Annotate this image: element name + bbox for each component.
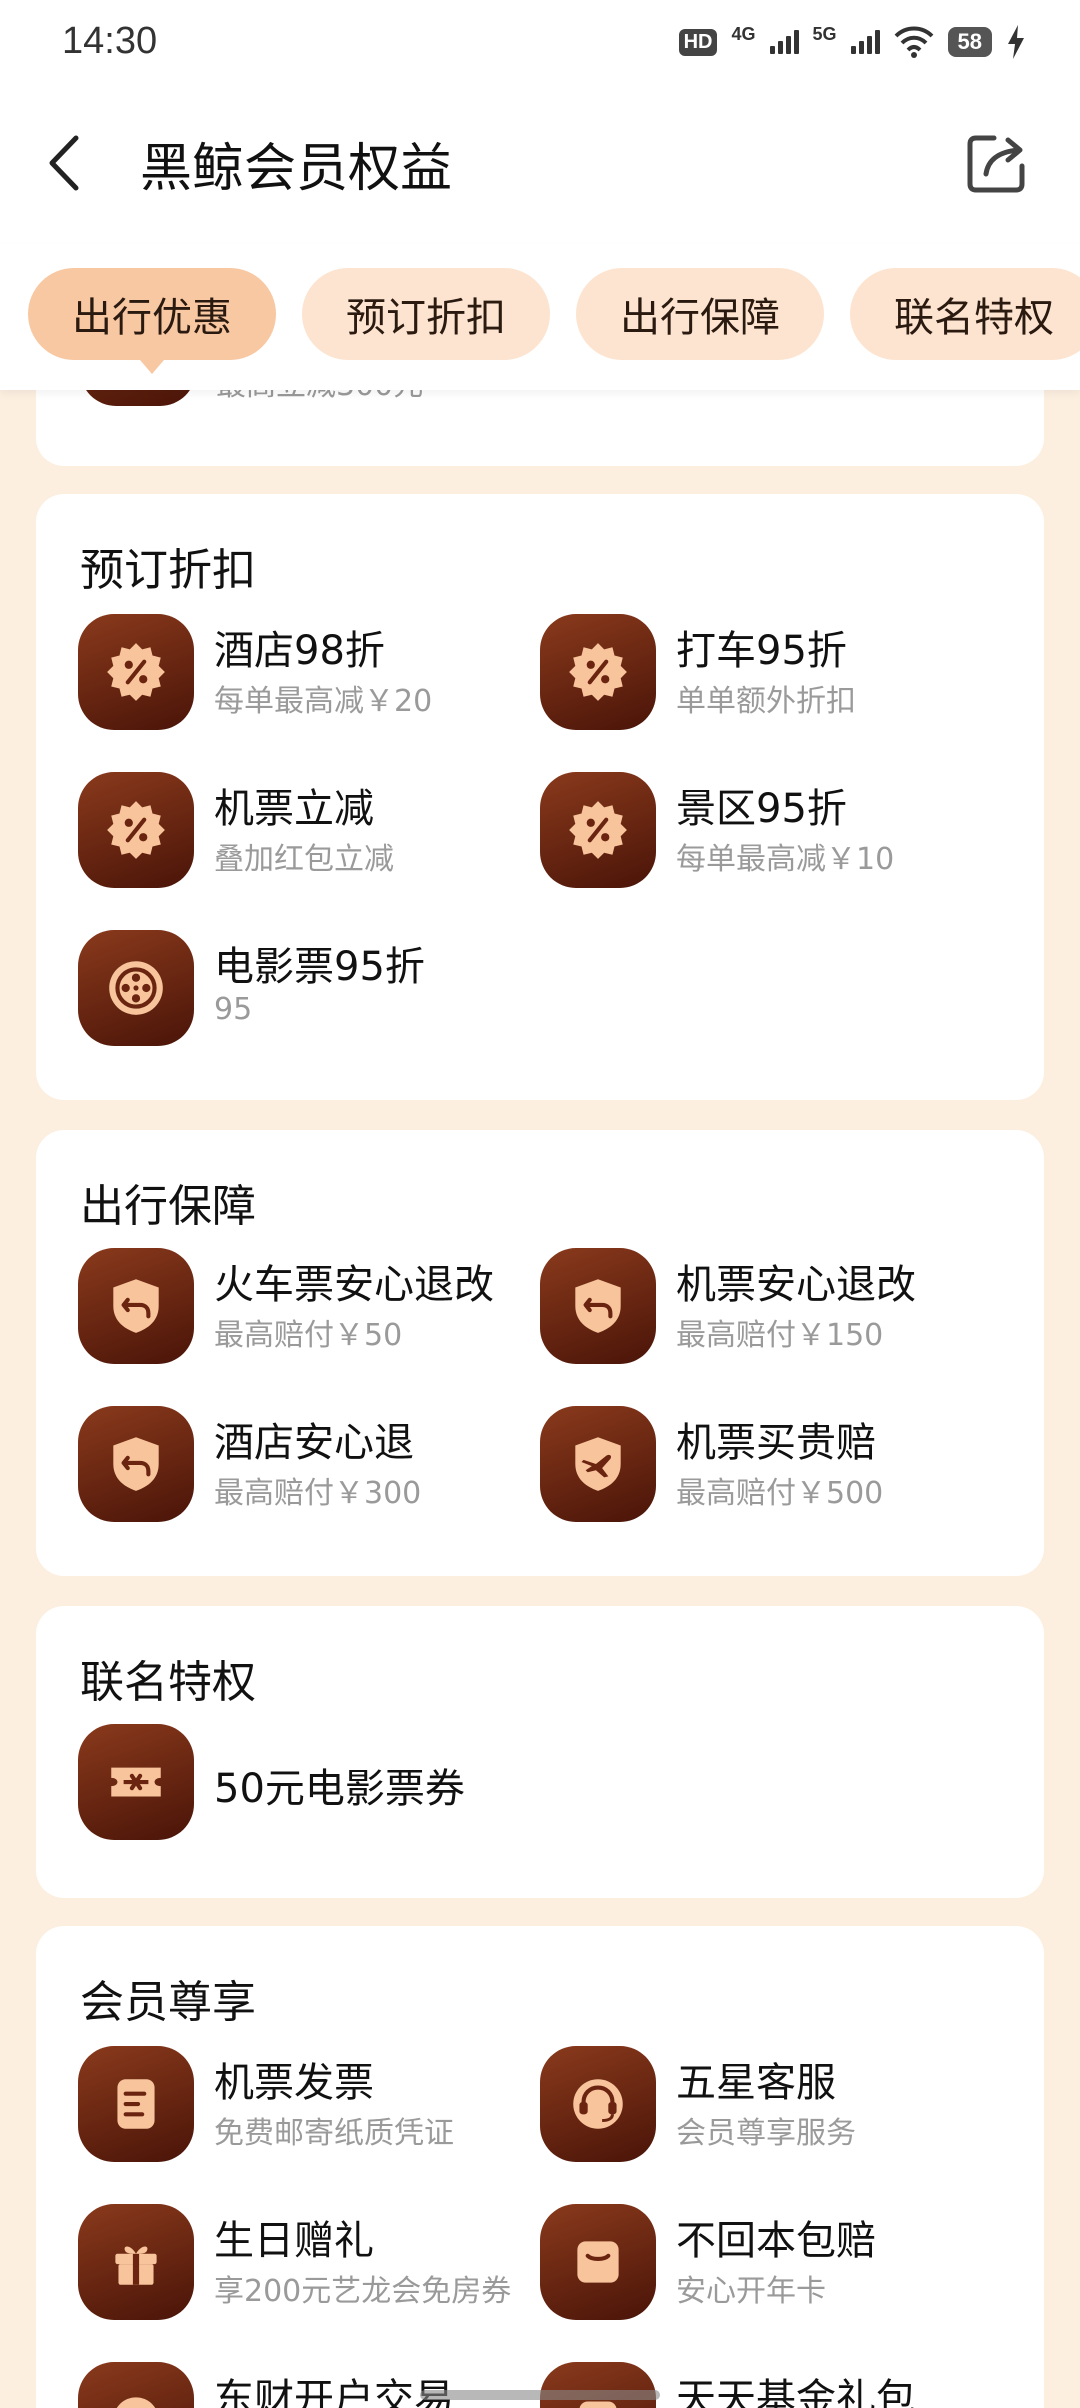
signal-4g-icon bbox=[769, 30, 799, 54]
benefit-item-movie[interactable]: 电影票95折 95 bbox=[78, 930, 518, 1050]
share-icon bbox=[967, 135, 1025, 193]
network-5g-label: 5G bbox=[812, 23, 837, 44]
card-co-brand: 联名特权 50元电影票券 bbox=[36, 1606, 1044, 1898]
item-name: 机票买贵赔 bbox=[676, 1420, 876, 1466]
tab-label: 出行保障 bbox=[620, 295, 780, 341]
page-title: 黑鲸会员权益 bbox=[140, 139, 453, 199]
item-sub: 最高赔付￥500 bbox=[676, 1476, 884, 1511]
benefit-item-movie-voucher[interactable]: 50元电影票券 bbox=[78, 1724, 578, 1844]
tab-label: 出行优惠 bbox=[72, 295, 232, 341]
benefit-item-train-refund[interactable]: 火车票安心退改 最高赔付￥50 bbox=[78, 1248, 538, 1368]
item-name: 电影票95折 bbox=[214, 944, 425, 990]
item-sub: 享200元艺龙会免房券 bbox=[214, 2274, 512, 2309]
card-booking-discount: 预订折扣 酒店98折 每单最高减￥20 打车95折 单单额外折扣 机票立减 叠加… bbox=[36, 494, 1044, 1100]
item-name: 酒店98折 bbox=[214, 628, 385, 674]
item-name: 五星客服 bbox=[676, 2060, 836, 2106]
benefit-item-annual-guarantee[interactable]: 不回本包赔 安心开年卡 bbox=[540, 2204, 1000, 2324]
coin-icon bbox=[78, 2362, 194, 2408]
app-header: 黑鲸会员权益 bbox=[0, 84, 1080, 244]
home-indicator[interactable] bbox=[420, 2390, 660, 2400]
discount-badge-icon bbox=[540, 614, 656, 730]
item-sub: 最高赔付￥150 bbox=[676, 1318, 884, 1353]
category-tabs: 出行优惠 预订折扣 出行保障 联名特权 bbox=[28, 268, 1080, 374]
card-travel-protection: 出行保障 火车票安心退改 最高赔付￥50 机票安心退改 最高赔付￥150 酒店安… bbox=[36, 1130, 1044, 1576]
benefit-item-flight-refund[interactable]: 机票安心退改 最高赔付￥150 bbox=[540, 1248, 1010, 1368]
benefit-item-invoice[interactable]: 机票发票 免费邮寄纸质凭证 bbox=[78, 2046, 518, 2166]
category-tabs-bar: 出行优惠 预订折扣 出行保障 联名特权 bbox=[0, 244, 1080, 390]
item-sub: 每单最高减￥20 bbox=[214, 684, 433, 719]
back-button[interactable] bbox=[40, 128, 90, 198]
benefit-item-service[interactable]: 五星客服 会员尊享服务 bbox=[540, 2046, 1000, 2166]
benefit-item-birthday-gift[interactable]: 生日赠礼 享200元艺龙会免房券 bbox=[78, 2204, 538, 2324]
discount-badge-icon bbox=[78, 614, 194, 730]
wallet-icon bbox=[540, 2204, 656, 2320]
item-name: 火车票安心退改 bbox=[214, 1262, 494, 1308]
shield-return-icon bbox=[78, 1406, 194, 1522]
item-sub: 会员尊享服务 bbox=[676, 2116, 856, 2151]
benefit-item-hotel[interactable]: 酒店98折 每单最高减￥20 bbox=[78, 614, 518, 734]
item-name: 东财开户交易 bbox=[214, 2376, 454, 2408]
section-title: 联名特权 bbox=[80, 1657, 256, 1708]
battery-icon: 58 bbox=[947, 27, 992, 57]
shield-plane-icon bbox=[540, 1406, 656, 1522]
item-sub: 单单额外折扣 bbox=[676, 684, 856, 719]
item-name: 打车95折 bbox=[676, 628, 847, 674]
status-icons: HD 4G 5G 58 bbox=[678, 22, 1026, 62]
charging-icon bbox=[1008, 25, 1024, 59]
signal-5g-icon bbox=[850, 30, 880, 54]
item-name: 天天基金礼包 bbox=[676, 2376, 916, 2408]
benefit-item-taxi[interactable]: 打车95折 单单额外折扣 bbox=[540, 614, 1000, 734]
item-name: 机票安心退改 bbox=[676, 1262, 916, 1308]
benefit-item-flight-price-guarantee[interactable]: 机票买贵赔 最高赔付￥500 bbox=[540, 1406, 1000, 1526]
item-sub: 最高赔付￥50 bbox=[214, 1318, 403, 1353]
item-name: 景区95折 bbox=[676, 786, 847, 832]
item-name: 机票发票 bbox=[214, 2060, 374, 2106]
item-name: 50元电影票券 bbox=[214, 1766, 465, 1812]
tab-booking-discount[interactable]: 预订折扣 bbox=[302, 268, 550, 360]
ticket-icon bbox=[78, 1724, 194, 1840]
item-name: 生日赠礼 bbox=[214, 2218, 374, 2264]
tab-travel-offers[interactable]: 出行优惠 bbox=[28, 268, 276, 374]
discount-badge-icon bbox=[78, 772, 194, 888]
item-sub: 安心开年卡 bbox=[676, 2274, 826, 2309]
chevron-left-icon bbox=[49, 135, 79, 191]
status-bar: 14:30 HD 4G 5G 58 bbox=[0, 0, 1080, 84]
benefit-item-fund[interactable]: 天天基金礼包 bbox=[540, 2362, 1000, 2408]
shield-return-icon bbox=[78, 1248, 194, 1364]
share-button[interactable] bbox=[964, 130, 1030, 196]
item-sub: 叠加红包立减 bbox=[214, 842, 394, 877]
tab-travel-protection[interactable]: 出行保障 bbox=[576, 268, 824, 360]
film-reel-icon bbox=[78, 930, 194, 1046]
item-name: 不回本包赔 bbox=[676, 2218, 876, 2264]
receipt-icon bbox=[78, 2046, 194, 2162]
status-time: 14:30 bbox=[62, 20, 158, 62]
tab-label: 联名特权 bbox=[894, 295, 1054, 341]
section-title: 预订折扣 bbox=[80, 545, 256, 596]
network-4g-label: 4G bbox=[731, 23, 756, 44]
item-name: 机票立减 bbox=[214, 786, 374, 832]
active-tab-indicator bbox=[140, 360, 164, 374]
tab-label: 预订折扣 bbox=[346, 295, 506, 341]
benefit-item-scenic[interactable]: 景区95折 每单最高减￥10 bbox=[540, 772, 1000, 892]
item-name: 酒店安心退 bbox=[214, 1420, 414, 1466]
item-sub: 95 bbox=[214, 992, 253, 1027]
section-title: 出行保障 bbox=[80, 1181, 256, 1232]
benefit-item-securities[interactable]: 东财开户交易 bbox=[78, 2362, 518, 2408]
wifi-icon bbox=[894, 26, 933, 58]
item-sub: 每单最高减￥10 bbox=[676, 842, 895, 877]
card-member-exclusive: 会员尊享 机票发票 免费邮寄纸质凭证 五星客服 会员尊享服务 生日赠礼 享200… bbox=[36, 1926, 1044, 2408]
headset-icon bbox=[540, 2046, 656, 2162]
shield-return-icon bbox=[540, 1248, 656, 1364]
fund-icon bbox=[540, 2362, 656, 2408]
gift-icon bbox=[78, 2204, 194, 2320]
benefit-item-flight[interactable]: 机票立减 叠加红包立减 bbox=[78, 772, 518, 892]
discount-badge-icon bbox=[540, 772, 656, 888]
hd-icon: HD bbox=[678, 28, 718, 56]
section-title: 会员尊享 bbox=[80, 1977, 256, 2028]
item-sub: 免费邮寄纸质凭证 bbox=[214, 2116, 454, 2151]
tab-co-brand[interactable]: 联名特权 bbox=[850, 268, 1080, 360]
item-sub: 最高赔付￥300 bbox=[214, 1476, 422, 1511]
benefit-item-hotel-refund[interactable]: 酒店安心退 最高赔付￥300 bbox=[78, 1406, 518, 1526]
